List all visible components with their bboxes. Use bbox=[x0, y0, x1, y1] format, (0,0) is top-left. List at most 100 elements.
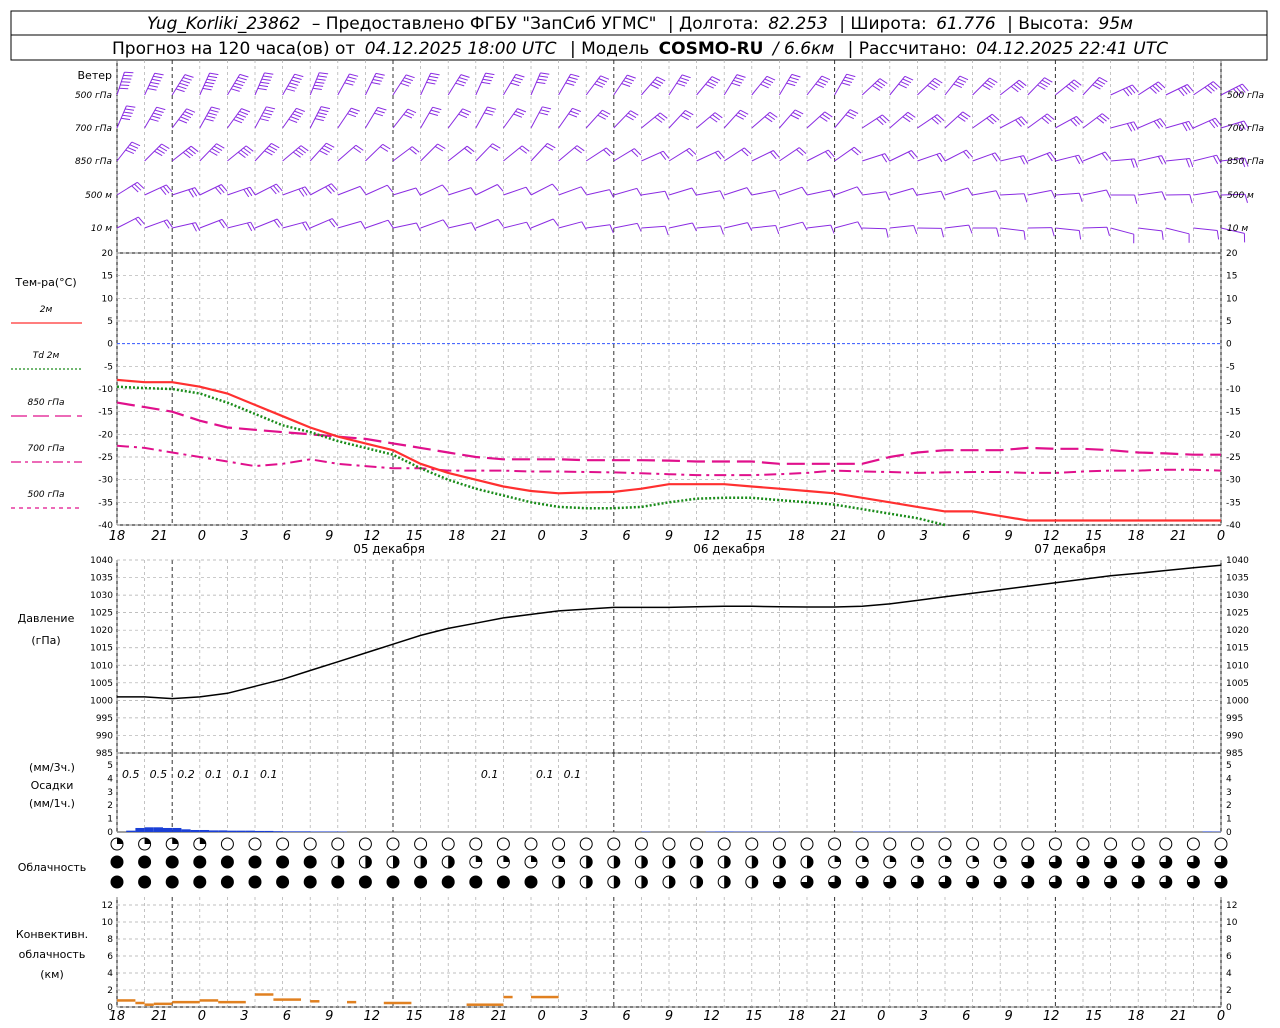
wind-barb-feather bbox=[303, 223, 308, 231]
temp-y-tick-right: 20 bbox=[1226, 249, 1238, 259]
wind-barb-feather bbox=[260, 119, 269, 121]
bottom-x-tick: 21 bbox=[831, 1009, 848, 1024]
wind-barb-staff bbox=[752, 226, 776, 229]
wind-barb-feather bbox=[376, 73, 385, 75]
wind-barb-feather bbox=[628, 113, 636, 117]
wind-barb-staff bbox=[862, 192, 886, 195]
cloud-cover-fill bbox=[304, 856, 316, 868]
cloud-cover-symbol bbox=[911, 838, 923, 850]
wind-barb-feather bbox=[348, 114, 356, 117]
cloud-cover-fill bbox=[890, 856, 896, 862]
temp-y-tick-left: 20 bbox=[102, 249, 114, 259]
wind-barb-feather bbox=[306, 222, 310, 230]
cloud-cover-fill bbox=[641, 876, 647, 888]
wind-barb-staff bbox=[200, 185, 222, 196]
cloud-cover-fill bbox=[332, 876, 344, 888]
precip-3h-label: 0.1 bbox=[536, 768, 554, 781]
cloud-cover-fill bbox=[145, 838, 151, 844]
cloud-cover-fill bbox=[194, 876, 206, 888]
wind-barb-staff bbox=[255, 143, 271, 161]
wind-barb-feather bbox=[315, 82, 324, 83]
wind-barb-feather bbox=[204, 85, 213, 87]
cloud-cover-symbol bbox=[967, 838, 979, 850]
wind-level-left: 700 гПа bbox=[75, 124, 112, 134]
wind-barb-staff bbox=[669, 223, 693, 228]
temp-y-tick-left: -5 bbox=[104, 362, 113, 372]
wind-barb-feather bbox=[119, 88, 128, 89]
bottom-x-tick: 0 bbox=[1217, 1009, 1225, 1024]
conv-y-tick-left: 4 bbox=[107, 969, 113, 979]
wind-barb-feather bbox=[236, 117, 244, 120]
temp-y-tick-right: -25 bbox=[1226, 453, 1241, 463]
wind-barb-staff bbox=[448, 109, 462, 128]
wind-barb-feather bbox=[126, 106, 135, 107]
precip-3h-label: 0.1 bbox=[232, 768, 250, 781]
wind-barb-staff bbox=[890, 226, 914, 229]
wind-barb-feather bbox=[122, 115, 131, 116]
wind-barb-feather bbox=[321, 107, 330, 109]
wind-barb-staff bbox=[1193, 118, 1215, 128]
cloud-cover-fill bbox=[442, 876, 454, 888]
cloud-cover-fill bbox=[200, 838, 206, 844]
wind-barb-feather bbox=[179, 120, 187, 123]
cloud-cover-symbol bbox=[1077, 838, 1089, 850]
wind-barb-staff bbox=[669, 110, 685, 128]
cloud-cover-symbol bbox=[304, 838, 316, 850]
cloud-cover-fill bbox=[641, 856, 647, 868]
wind-barb-staff bbox=[117, 72, 124, 95]
wind-barb-feather bbox=[152, 116, 161, 119]
wind-barb-feather bbox=[374, 113, 383, 116]
precip-3h-label: 0.1 bbox=[564, 768, 582, 781]
convective-segment bbox=[503, 996, 512, 999]
lat-value: 61.776 bbox=[936, 14, 996, 34]
wind-barb-feather bbox=[288, 86, 297, 88]
conv-y-tick-right: 4 bbox=[1226, 969, 1232, 979]
precip-bar bbox=[209, 830, 218, 832]
bottom-x-tick: 6 bbox=[622, 1009, 630, 1024]
wind-barb-staff bbox=[973, 78, 990, 95]
wind-barb-feather bbox=[747, 188, 752, 196]
precip-y-tick-right: 0 bbox=[1226, 828, 1232, 838]
cloud-cover-fill bbox=[497, 876, 509, 888]
wind-barb-staff bbox=[641, 191, 665, 195]
temp-x-tick: 3 bbox=[920, 529, 928, 544]
wind-barb-feather bbox=[286, 89, 295, 91]
bottom-x-tick: 21 bbox=[491, 1009, 508, 1024]
precip-bar bbox=[246, 831, 255, 832]
wind-barb-feather bbox=[376, 110, 385, 113]
wind-barb-feather bbox=[1135, 195, 1137, 204]
wind-barb-feather bbox=[264, 73, 273, 74]
temp-y-tick-left: -30 bbox=[98, 476, 113, 486]
wind-barb-feather bbox=[128, 147, 136, 151]
wind-barb-feather bbox=[238, 114, 246, 117]
cloud-cover-fill bbox=[559, 856, 565, 862]
wind-barb-feather bbox=[776, 226, 779, 234]
wind-barb-staff bbox=[586, 110, 602, 128]
wind-barb-staff bbox=[779, 222, 802, 228]
temp-title: Тем-ра(°С) bbox=[14, 276, 76, 289]
press-y-tick-left: 990 bbox=[96, 731, 113, 741]
wind-barb-feather bbox=[631, 111, 639, 116]
wind-level-left: 500 гПа bbox=[75, 91, 112, 101]
wind-barb-feather bbox=[317, 79, 326, 80]
wind-barb-staff bbox=[779, 148, 799, 161]
wind-barb-feather bbox=[653, 82, 661, 86]
cloud-cover-symbol bbox=[994, 838, 1006, 850]
wind-barb-feather bbox=[349, 111, 358, 114]
wind-barb-feather bbox=[431, 110, 440, 112]
wind-barb-feather bbox=[1162, 156, 1166, 164]
temp-x-tick: 0 bbox=[1217, 529, 1225, 544]
cloud-cover-fill bbox=[111, 876, 123, 888]
wind-barb-feather bbox=[295, 74, 304, 76]
wind-barb-feather bbox=[706, 84, 714, 88]
cloud-cover-fill bbox=[476, 856, 482, 862]
press-y-tick-right: 1035 bbox=[1226, 574, 1249, 584]
provider-text: – Предоставлено ФГБУ "ЗапСиб УГМС" bbox=[312, 14, 657, 34]
wind-barb-feather bbox=[417, 223, 421, 231]
wind-barb-feather bbox=[539, 76, 548, 77]
wind-barb-feather bbox=[210, 73, 219, 75]
forecast-label: Прогноз на 120 часа(ов) от bbox=[112, 39, 355, 59]
wind-barb-feather bbox=[1213, 156, 1217, 164]
wind-barb-feather bbox=[291, 117, 299, 120]
wind-barb-feather bbox=[720, 191, 724, 199]
